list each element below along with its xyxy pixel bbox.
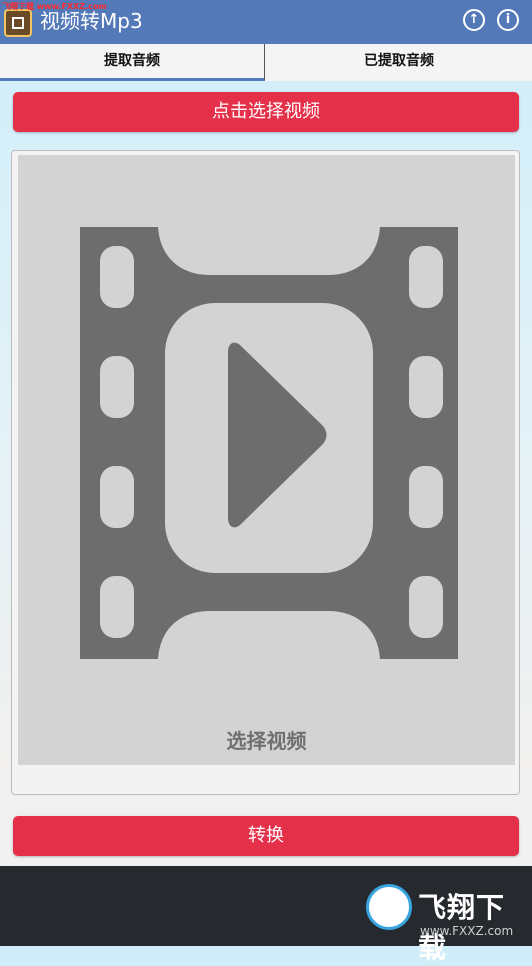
preview-label: 选择视频: [226, 729, 307, 753]
convert-button[interactable]: 转换: [13, 816, 519, 856]
app-title: 视频转Mp3: [40, 9, 143, 33]
video-preview-card: 选择视频: [11, 150, 520, 795]
film-play-icon: [80, 227, 458, 659]
info-circle-icon[interactable]: i: [497, 9, 519, 31]
tab-extract-audio[interactable]: 提取音频: [0, 44, 265, 81]
tab-bar: 提取音频 已提取音频: [0, 44, 532, 81]
watermark-url: www.FXXZ.com: [420, 924, 514, 938]
watermark-logo-icon: [366, 884, 412, 930]
app-icon: [4, 9, 32, 37]
tab-extracted-audio[interactable]: 已提取音频: [266, 44, 532, 81]
arrow-up-circle-icon[interactable]: ↑: [463, 9, 485, 31]
select-video-button[interactable]: 点击选择视频: [13, 92, 519, 132]
video-preview[interactable]: 选择视频: [18, 155, 515, 765]
app-bar: 飞翔下载 www.FXXZ.com 视频转Mp3 ↑ i: [0, 0, 532, 44]
